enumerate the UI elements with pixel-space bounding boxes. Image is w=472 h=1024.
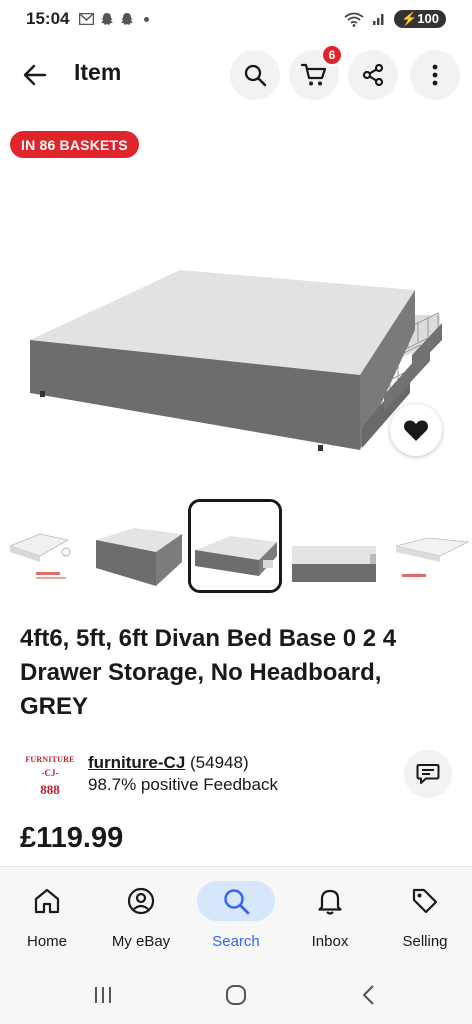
back-button[interactable] [18, 58, 52, 92]
nav-my-ebay-label: My eBay [111, 933, 171, 950]
message-icon [416, 764, 440, 784]
nav-inbox-icon-wrap [291, 881, 369, 921]
app-header: Item 6 [0, 44, 472, 102]
seller-name-row: furniture-CJ (54948) [88, 753, 249, 773]
nav-home-label: Home [26, 933, 67, 950]
thumbnail-3-selected[interactable] [188, 499, 282, 593]
item-title: 4ft6, 5ft, 6ft Divan Bed Base 0 2 4 Draw… [20, 625, 397, 720]
more-options-button[interactable] [410, 50, 460, 100]
seller-feedback: 98.7% positive Feedback [88, 775, 278, 794]
cart-button[interactable]: 6 [289, 44, 343, 100]
bell-icon [318, 889, 342, 915]
seller-logo-line1: FURNITURE [25, 755, 75, 764]
snapchat-icon [121, 13, 134, 25]
seller-logo-line3: 888 [40, 782, 60, 797]
seller-logo-line2: -CJ- [41, 768, 59, 778]
nav-inbox[interactable]: Inbox [283, 867, 377, 967]
nav-my-ebay-icon-wrap [102, 881, 180, 921]
nav-search-label: Search [212, 933, 260, 950]
nav-search-icon-wrap [197, 881, 275, 921]
thumbnail-1[interactable] [0, 502, 84, 590]
bottom-navigation: Home My eBay Search Inbox Selling [0, 866, 472, 966]
search-icon [244, 64, 267, 87]
battery-level: 100 [417, 11, 439, 26]
nav-home[interactable]: Home [0, 867, 94, 967]
tag-icon [412, 888, 438, 914]
thumbnail-4[interactable] [290, 502, 378, 590]
seller-logo[interactable]: FURNITURE -CJ- 888 [20, 752, 80, 796]
battery-indicator: ⚡100 [394, 10, 446, 28]
status-bar: 15:04 ⚡100 [0, 0, 472, 38]
nav-search[interactable]: Search [189, 867, 283, 967]
more-vertical-icon [432, 64, 438, 86]
seller-score: (54948) [190, 753, 249, 772]
baskets-badge: IN 86 BASKETS [10, 131, 139, 158]
cart-icon [301, 63, 327, 86]
nav-my-ebay[interactable]: My eBay [94, 867, 188, 967]
item-price: £119.99 [20, 822, 124, 854]
home-system-button[interactable] [221, 980, 251, 1010]
thumbnail-2[interactable] [94, 502, 182, 590]
contact-seller-button[interactable] [404, 750, 452, 798]
seller-name-link[interactable]: furniture-CJ [88, 753, 185, 772]
thumbnail-5[interactable] [388, 502, 472, 590]
home-icon [34, 888, 60, 914]
cart-count-badge: 6 [321, 44, 343, 66]
wifi-icon [344, 12, 364, 27]
seller-info: FURNITURE -CJ- 888 furniture-CJ (54948) … [20, 748, 452, 802]
search-icon [224, 889, 250, 915]
share-icon [362, 63, 384, 87]
nav-selling-label: Selling [402, 933, 448, 950]
nav-selling[interactable]: Selling [378, 867, 472, 967]
status-time: 15:04 [26, 9, 70, 28]
chevron-left-icon [363, 985, 374, 1005]
nav-inbox-label: Inbox [311, 933, 349, 950]
arrow-left-icon [23, 64, 47, 86]
back-system-button[interactable] [354, 980, 384, 1010]
add-to-watchlist-button[interactable] [390, 404, 442, 456]
home-circle-icon [226, 985, 246, 1005]
page-title: Item [74, 59, 122, 85]
search-button[interactable] [230, 50, 280, 100]
notification-icons [79, 12, 150, 26]
nav-selling-icon-wrap [386, 881, 464, 921]
system-navigation-bar [0, 966, 472, 1024]
status-right: ⚡100 [344, 10, 446, 28]
share-button[interactable] [348, 50, 398, 100]
recent-apps-button[interactable] [88, 980, 118, 1010]
snapchat-icon [101, 13, 114, 25]
heart-icon [403, 419, 429, 441]
dot-icon [144, 16, 150, 22]
user-circle-icon [127, 887, 155, 915]
signal-icon [373, 14, 384, 25]
mail-icon [79, 13, 95, 25]
recent-apps-icon [95, 987, 111, 1003]
nav-home-icon-wrap [8, 881, 86, 921]
thumbnail-strip [0, 499, 472, 595]
